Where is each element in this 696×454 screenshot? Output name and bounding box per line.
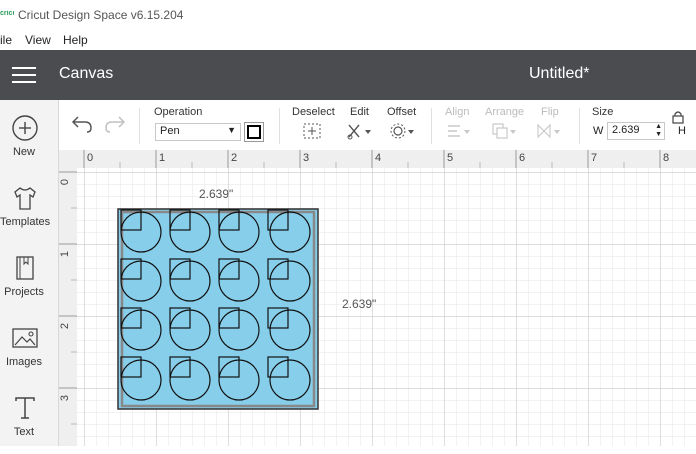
width-value: 2.639 — [612, 124, 640, 136]
ruler-label: 1 — [159, 152, 166, 164]
toolbar-divider — [139, 108, 140, 144]
menu-bar: ile View Help — [0, 30, 696, 50]
sidebar-item-text[interactable]: Text — [0, 384, 58, 454]
menu-view[interactable]: View — [25, 33, 51, 47]
ruler-label: 5 — [447, 152, 454, 164]
ruler-label: 1 — [59, 250, 72, 258]
cricut-logo-icon: cricut — [0, 10, 14, 17]
operation-value: Pen — [160, 125, 180, 137]
height-dimension-label: 2.639" — [342, 297, 377, 311]
left-sidebar: New Templates Projects Images Text — [0, 100, 59, 446]
ruler-label: 7 — [591, 152, 598, 164]
stepper-icon[interactable]: ▲ ▼ — [655, 123, 662, 139]
ruler-label: 4 — [375, 152, 382, 164]
top-ruler: 0 1 2 3 4 5 6 7 8 — [59, 150, 696, 169]
book-icon — [16, 256, 34, 280]
hamburger-menu-icon[interactable] — [12, 67, 36, 83]
edit-label: Edit — [350, 106, 369, 118]
sidebar-item-label: Text — [13, 426, 35, 438]
shirt-icon — [14, 187, 36, 210]
width-label: W — [593, 125, 604, 137]
align-label: Align — [445, 106, 470, 118]
flip-label: Flip — [541, 106, 559, 118]
edit-toolbar: Operation Pen ▼ Deselect Edit Offset Ali… — [59, 100, 696, 151]
ruler-label: 8 — [663, 152, 670, 164]
flip-icon[interactable] — [535, 122, 563, 140]
edit-tools-icon[interactable] — [346, 122, 374, 140]
plus-circle-icon — [12, 115, 38, 141]
design-canvas[interactable]: 2.639" 2.639" — [77, 168, 696, 446]
sidebar-item-templates[interactable]: Templates — [0, 174, 58, 244]
left-ruler: 0 1 2 3 — [59, 168, 78, 446]
arrange-icon[interactable] — [491, 122, 519, 140]
toolbar-divider — [579, 108, 580, 144]
width-dimension-label: 2.639" — [199, 187, 234, 201]
sidebar-item-label: Templates — [0, 216, 51, 228]
deselect-icon[interactable] — [302, 122, 322, 140]
menu-help[interactable]: Help — [63, 33, 88, 47]
width-input[interactable]: 2.639 ▲ ▼ — [607, 122, 665, 140]
ruler-label: 2 — [59, 322, 72, 330]
lock-icon[interactable] — [671, 110, 685, 124]
ruler-label: 2 — [231, 152, 238, 164]
sidebar-item-label: Images — [5, 356, 43, 368]
deselect-label: Deselect — [292, 106, 335, 118]
operation-select[interactable]: Pen ▼ — [155, 123, 241, 141]
sidebar-item-label: New — [12, 146, 35, 158]
text-icon — [15, 397, 35, 419]
section-title: Canvas — [59, 65, 114, 82]
ruler-label: 3 — [303, 152, 310, 164]
sidebar-item-label: Projects — [4, 286, 44, 298]
title-bar: cricut Cricut Design Space v6.15.204 — [0, 0, 696, 30]
arrange-label: Arrange — [485, 106, 525, 118]
offset-icon[interactable] — [389, 122, 417, 140]
sidebar-item-new[interactable]: New — [0, 104, 58, 174]
sidebar-item-images[interactable]: Images — [0, 314, 58, 384]
undo-icon[interactable] — [71, 114, 93, 134]
image-icon — [12, 328, 38, 348]
pen-color-swatch[interactable] — [244, 122, 264, 142]
toolbar-divider — [431, 108, 432, 144]
chevron-down-icon: ▼ — [227, 125, 236, 135]
document-title: Untitled* — [529, 65, 590, 82]
offset-label: Offset — [387, 106, 417, 118]
window-title: Cricut Design Space v6.15.204 — [18, 8, 184, 22]
align-icon[interactable] — [445, 122, 473, 140]
left-ruler-ticks — [59, 171, 77, 425]
menu-file[interactable]: ile — [0, 33, 12, 47]
sidebar-item-projects[interactable]: Projects — [0, 244, 58, 314]
app-header: Canvas Untitled* — [0, 50, 696, 100]
toolbar-divider — [279, 108, 280, 144]
size-label: Size — [592, 106, 614, 118]
ruler-label: 3 — [59, 394, 72, 402]
ruler-label: 0 — [87, 152, 94, 164]
height-label: H — [678, 125, 686, 137]
ruler-label: 0 — [59, 178, 72, 186]
redo-icon[interactable] — [104, 114, 126, 134]
ruler-label: 6 — [519, 152, 526, 164]
operation-label: Operation — [154, 106, 203, 118]
design-pattern[interactable] — [117, 208, 321, 412]
